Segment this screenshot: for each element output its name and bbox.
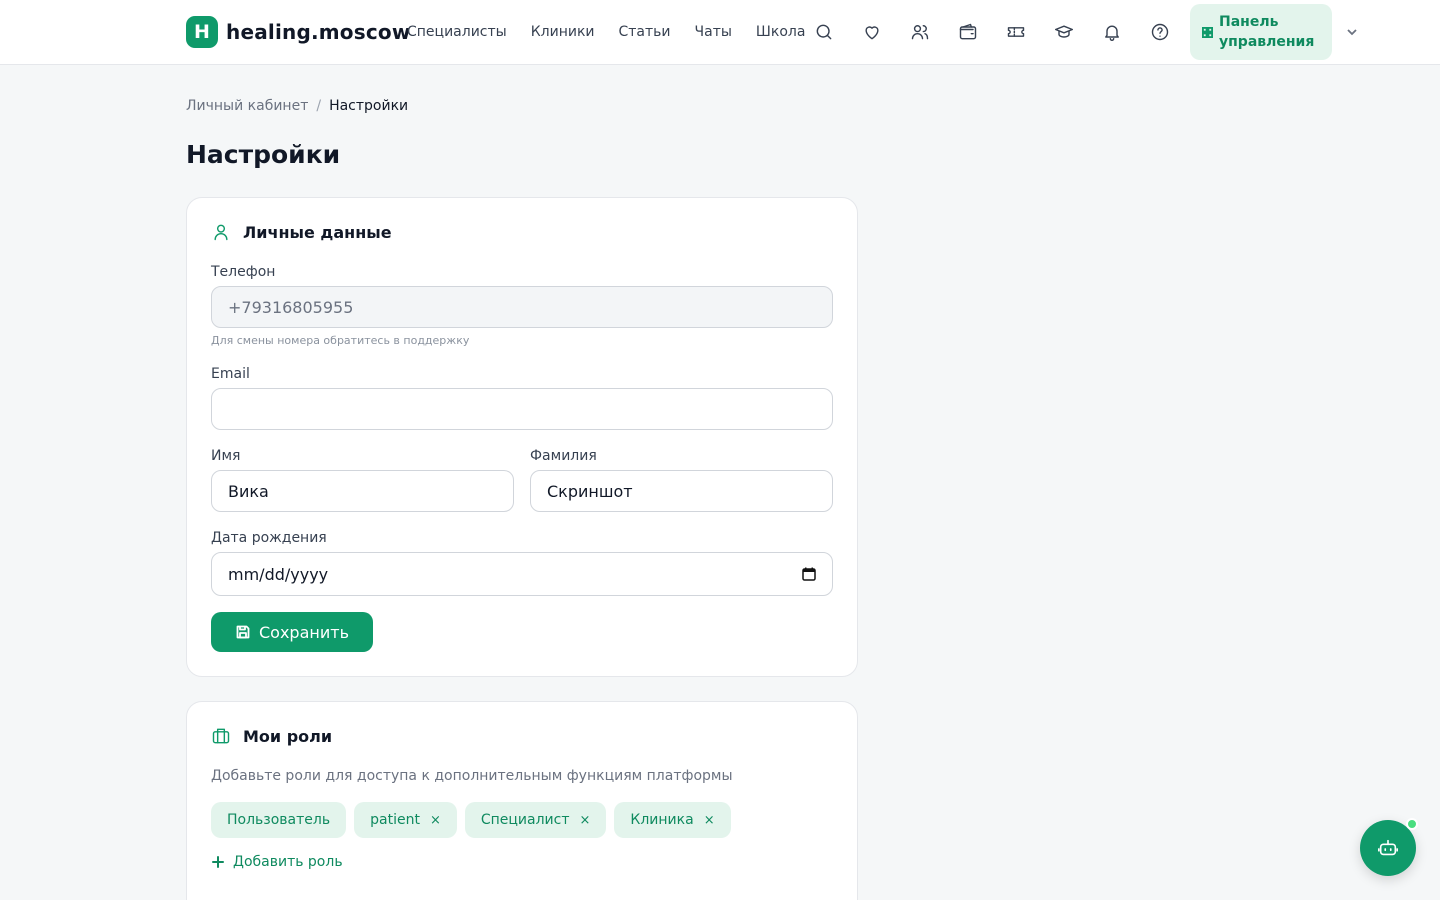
add-role-button[interactable]: Добавить роль [211, 854, 343, 870]
roles-list: Пользователь patient × Специалист × Клин… [211, 802, 731, 838]
role-chip-user: Пользователь [211, 802, 347, 838]
phone-hint: Для смены номера обратитесь в поддержку [211, 334, 470, 347]
heart-icon[interactable] [860, 20, 884, 44]
save-icon [236, 625, 250, 639]
logo-text: healing.moscow [226, 20, 411, 44]
nav-articles[interactable]: Статьи [619, 22, 671, 42]
search-icon[interactable] [812, 20, 836, 44]
logo[interactable]: H healing.moscow [186, 16, 411, 48]
roles-description: Добавьте роли для доступа к дополнительн… [211, 768, 733, 784]
header-icons [812, 20, 1172, 44]
grid-icon [1202, 26, 1213, 38]
personal-data-card: Личные данные Телефон Для смены номера о… [186, 197, 858, 677]
users-icon[interactable] [908, 20, 932, 44]
nav-clinics[interactable]: Клиники [531, 22, 595, 42]
birth-date-label: Дата рождения [211, 530, 327, 546]
birth-date-value: mm/dd/yyyy [228, 564, 329, 584]
personal-data-header: Личные данные [211, 222, 392, 242]
briefcase-icon [212, 728, 230, 744]
roles-header: Мои роли [211, 726, 332, 746]
remove-role-icon[interactable]: × [704, 813, 715, 828]
roles-card: Мои роли Добавьте роли для доступа к доп… [186, 701, 858, 900]
role-label: Пользователь [227, 812, 331, 828]
user-icon [214, 224, 228, 241]
breadcrumb: Личный кабинет / Настройки [186, 98, 408, 114]
add-role-label: Добавить роль [233, 854, 343, 870]
online-indicator [1406, 818, 1418, 830]
last-name-label: Фамилия [530, 448, 597, 464]
phone-field [211, 286, 833, 328]
role-chip-patient: patient × [354, 802, 457, 838]
nav-chats[interactable]: Чаты [695, 22, 732, 42]
breadcrumb-parent[interactable]: Личный кабинет [186, 98, 308, 114]
role-label: Клиника [630, 812, 694, 828]
plus-icon [212, 856, 224, 868]
page-title: Настройки [186, 140, 341, 169]
calendar-icon[interactable] [802, 567, 816, 581]
logo-mark: H [186, 16, 218, 48]
dashboard-button-label: Панель управления [1219, 14, 1315, 50]
bell-icon[interactable] [1100, 20, 1124, 44]
role-label: patient [370, 812, 420, 828]
chevron-down-icon[interactable] [1344, 24, 1360, 40]
top-header: H healing.moscow Специалисты Клиники Ста… [0, 0, 1440, 65]
email-field[interactable] [211, 388, 833, 430]
first-name-field[interactable] [211, 470, 514, 512]
remove-role-icon[interactable]: × [430, 813, 441, 828]
graduation-cap-icon[interactable] [1052, 20, 1076, 44]
save-button-label: Сохранить [259, 622, 349, 642]
main-nav: Специалисты Клиники Статьи Чаты Школа [407, 22, 805, 42]
birth-date-field[interactable]: mm/dd/yyyy [211, 552, 833, 596]
ticket-icon[interactable] [1004, 20, 1028, 44]
dashboard-button[interactable]: Панель управления [1190, 4, 1332, 60]
breadcrumb-current: Настройки [329, 98, 409, 114]
robot-icon [1378, 839, 1398, 856]
role-label: Специалист [480, 812, 570, 828]
role-chip-specialist: Специалист × [464, 802, 607, 838]
nav-specialists[interactable]: Специалисты [407, 22, 507, 42]
last-name-field[interactable] [530, 470, 833, 512]
phone-label: Телефон [211, 264, 276, 280]
remove-role-icon[interactable]: × [580, 813, 591, 828]
first-name-label: Имя [211, 448, 241, 464]
help-icon[interactable] [1148, 20, 1172, 44]
nav-school[interactable]: Школа [756, 22, 806, 42]
role-chip-clinic: Клиника × [614, 802, 731, 838]
save-button[interactable]: Сохранить [211, 612, 373, 652]
email-label: Email [211, 366, 250, 382]
roles-title: Мои роли [243, 726, 333, 746]
personal-data-title: Личные данные [243, 222, 392, 242]
wallet-icon[interactable] [956, 20, 980, 44]
breadcrumb-separator: / [316, 98, 322, 114]
